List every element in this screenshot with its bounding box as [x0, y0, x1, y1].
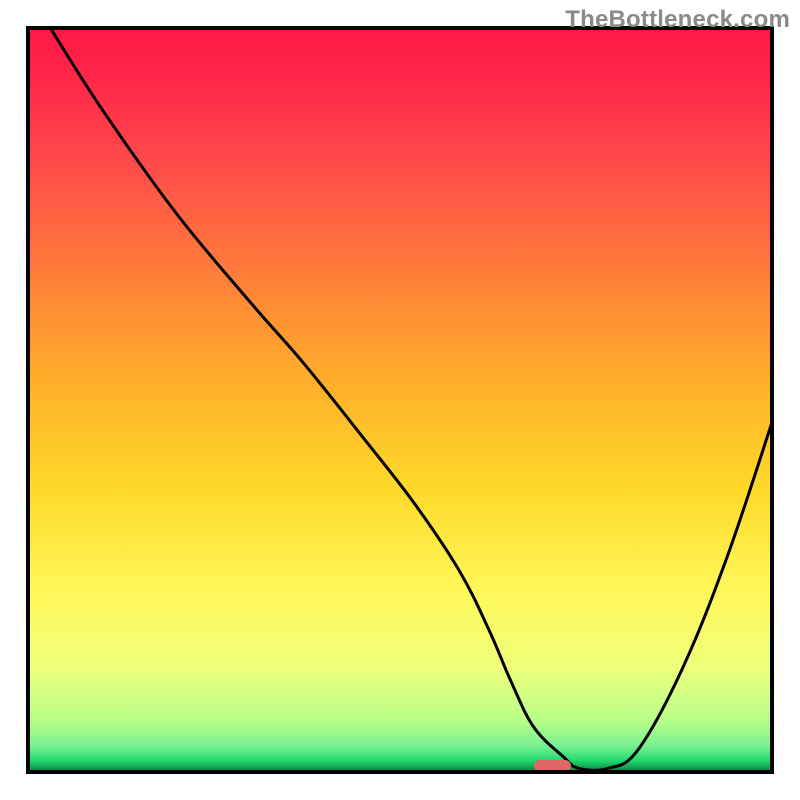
chart-svg: [0, 0, 800, 800]
gradient-background: [28, 28, 772, 772]
bottleneck-chart: TheBottleneck.com: [0, 0, 800, 800]
watermark-text: TheBottleneck.com: [565, 6, 790, 34]
